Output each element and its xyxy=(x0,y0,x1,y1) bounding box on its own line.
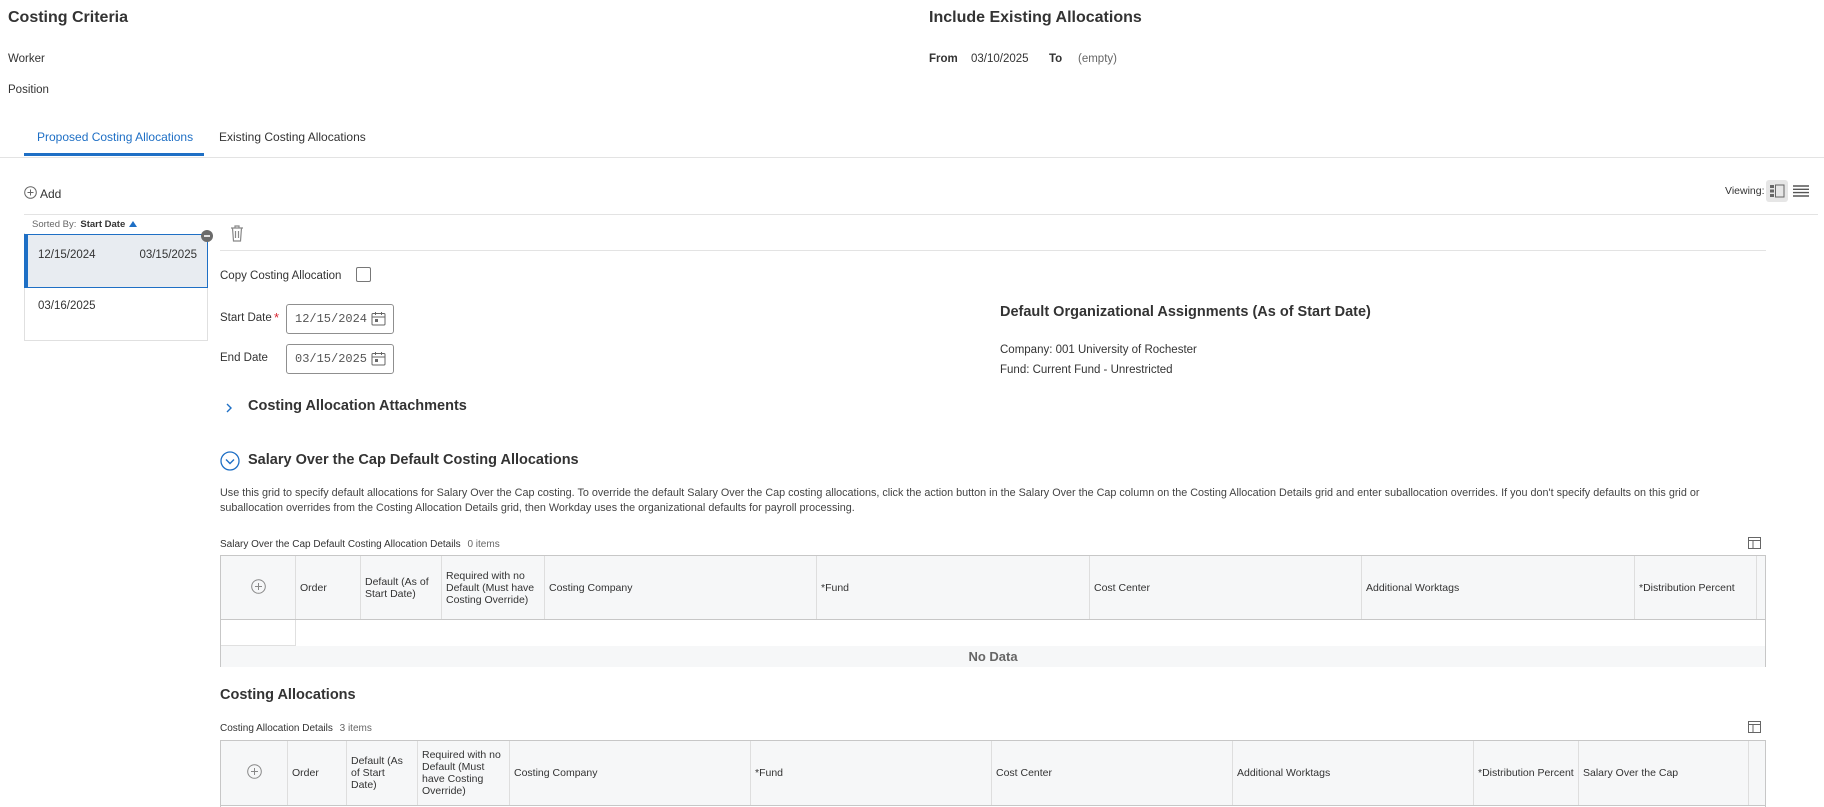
from-label: From xyxy=(929,53,958,65)
allocation-1-start: 12/15/2024 xyxy=(38,249,96,261)
remove-allocation-icon[interactable] xyxy=(201,230,213,242)
tab-proposed-costing[interactable]: Proposed Costing Allocations xyxy=(24,130,204,156)
worker-label: Worker xyxy=(8,53,45,65)
attachments-title[interactable]: Costing Allocation Attachments xyxy=(248,398,467,414)
tabs-divider xyxy=(0,157,1824,158)
calendar-icon[interactable] xyxy=(371,351,386,370)
sorted-by-label: Sorted By: xyxy=(32,219,77,230)
col-additional-worktags: Additional Worktags xyxy=(1362,556,1635,619)
copy-costing-checkbox[interactable] xyxy=(356,267,371,282)
add-row-icon[interactable] xyxy=(250,578,266,597)
toolbar-divider xyxy=(24,214,1818,215)
trash-icon[interactable] xyxy=(229,224,245,245)
costing-criteria-title: Costing Criteria xyxy=(8,9,129,26)
col-cost-center: Cost Center xyxy=(992,741,1233,805)
view-list-toggle[interactable] xyxy=(1790,180,1812,202)
col-required: Required with no Default (Must have Cost… xyxy=(442,556,545,619)
start-date-input[interactable]: 12/15/2024 xyxy=(286,304,394,334)
col-salary-over-cap: Salary Over the Cap xyxy=(1579,741,1749,805)
tab-existing-label: Existing Costing Allocations xyxy=(219,130,366,144)
col-order: Order xyxy=(288,741,347,805)
to-label: To xyxy=(1049,53,1063,65)
col-costing-company: Costing Company xyxy=(510,741,751,805)
col-fund: *Fund xyxy=(817,556,1090,619)
default-fund: Fund: Current Fund - Unrestricted xyxy=(1000,364,1173,376)
col-costing-company: Costing Company xyxy=(545,556,817,619)
start-date-value: 12/15/2024 xyxy=(295,312,368,326)
col-default: Default (As of Start Date) xyxy=(347,741,418,805)
salary-cap-grid-title: Salary Over the Cap Default Costing Allo… xyxy=(220,539,500,550)
calendar-icon[interactable] xyxy=(371,311,386,330)
add-circle-icon xyxy=(24,186,37,202)
from-value: 03/10/2025 xyxy=(971,53,1029,65)
costing-grid-header: Order Default (As of Start Date) Require… xyxy=(221,741,1765,806)
col-additional-worktags: Additional Worktags xyxy=(1233,741,1474,805)
salary-cap-title: Salary Over the Cap Default Costing Allo… xyxy=(248,452,579,468)
include-existing-title: Include Existing Allocations xyxy=(929,9,1142,26)
view-detail-toggle[interactable] xyxy=(1766,180,1788,202)
add-button[interactable]: Add xyxy=(24,186,61,202)
end-date-label: End Date xyxy=(220,352,268,364)
sidebar-item-allocation-1[interactable]: 12/15/2024 03/15/2025 xyxy=(24,234,208,288)
tab-existing-costing[interactable]: Existing Costing Allocations xyxy=(219,130,366,156)
costing-allocations-title: Costing Allocations xyxy=(220,687,356,703)
col-fund: *Fund xyxy=(751,741,992,805)
salary-cap-description: Use this grid to specify default allocat… xyxy=(220,487,1700,514)
col-order: Order xyxy=(296,556,361,619)
copy-costing-label: Copy Costing Allocation xyxy=(220,270,342,282)
salary-cap-collapse-toggle[interactable] xyxy=(220,451,240,474)
allocation-1-end: 03/15/2025 xyxy=(139,249,197,261)
chevron-right-icon xyxy=(224,403,234,417)
start-date-label: Start Date xyxy=(220,312,272,324)
grid-settings-icon[interactable] xyxy=(1748,537,1761,552)
salary-cap-grid-count: 0 items xyxy=(467,539,500,550)
end-date-value: 03/15/2025 xyxy=(295,352,368,366)
sort-ascending-icon xyxy=(129,219,138,230)
add-label: Add xyxy=(40,187,62,201)
default-org-title: Default Organizational Assignments (As o… xyxy=(1000,304,1371,320)
costing-grid-title: Costing Allocation Details 3 items xyxy=(220,723,372,734)
tab-proposed-label: Proposed Costing Allocations xyxy=(37,130,194,144)
end-date-input[interactable]: 03/15/2025 xyxy=(286,344,394,374)
attachments-expand-toggle[interactable] xyxy=(224,402,234,417)
empty-row-cell xyxy=(221,620,296,646)
sidebar-item-allocation-2[interactable]: 03/16/2025 xyxy=(24,290,208,340)
col-cost-center: Cost Center xyxy=(1090,556,1362,619)
list-view-icon xyxy=(1793,185,1809,200)
costing-grid: Order Default (As of Start Date) Require… xyxy=(220,740,1766,807)
to-value: (empty) xyxy=(1078,53,1117,65)
costing-grid-name: Costing Allocation Details xyxy=(220,723,333,734)
salary-cap-grid: Order Default (As of Start Date) Require… xyxy=(220,555,1766,667)
costing-grid-count: 3 items xyxy=(339,723,372,734)
col-distribution-percent: *Distribution Percent xyxy=(1635,556,1757,619)
salary-cap-grid-header: Order Default (As of Start Date) Require… xyxy=(221,556,1765,620)
chevron-down-circle-icon xyxy=(220,451,240,474)
no-data-text: No Data xyxy=(968,649,1018,664)
no-data-row: No Data xyxy=(221,646,1765,667)
col-default: Default (As of Start Date) xyxy=(361,556,442,619)
add-row-icon[interactable] xyxy=(246,764,262,782)
viewing-label: Viewing: xyxy=(1725,185,1765,197)
allocation-2-start: 03/16/2025 xyxy=(38,300,96,312)
salary-cap-grid-name: Salary Over the Cap Default Costing Allo… xyxy=(220,539,461,550)
add-row-cell xyxy=(221,556,296,619)
required-asterisk: * xyxy=(274,310,280,325)
detail-view-icon xyxy=(1769,184,1785,201)
grid-settings-icon[interactable] xyxy=(1748,721,1761,736)
sidebar-sort-header[interactable]: Sorted By: Start Date xyxy=(32,219,138,230)
position-label: Position xyxy=(8,84,49,96)
add-row-cell xyxy=(221,741,288,805)
col-distribution-percent: *Distribution Percent xyxy=(1474,741,1579,805)
detail-toolbar-divider xyxy=(220,250,1766,251)
col-required: Required with no Default (Must have Cost… xyxy=(418,741,510,805)
default-company: Company: 001 University of Rochester xyxy=(1000,344,1197,356)
sorted-by-value: Start Date xyxy=(80,219,126,230)
